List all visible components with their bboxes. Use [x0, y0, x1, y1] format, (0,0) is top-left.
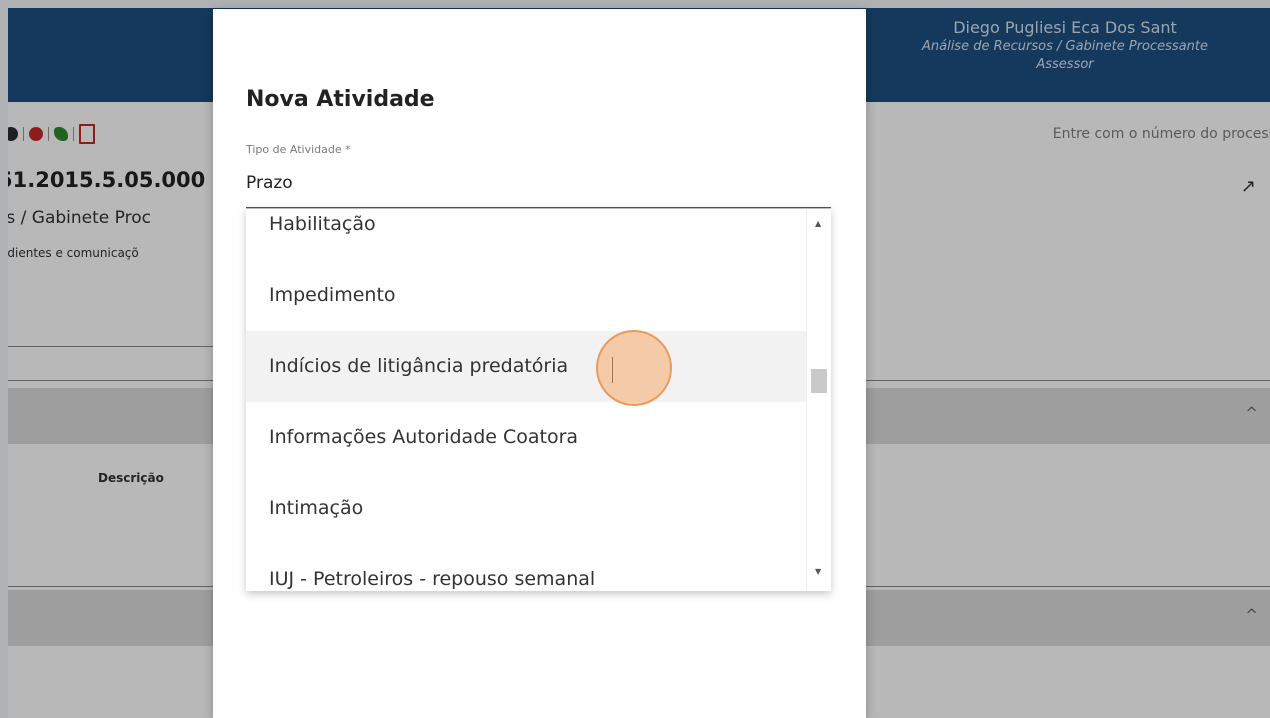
- activity-type-label: Tipo de Atividade *: [246, 143, 351, 156]
- dropdown-scrollbar[interactable]: ▲ ▼: [806, 209, 831, 591]
- option-list: Habilitação Impedimento Indícios de liti…: [246, 209, 807, 591]
- modal-title: Nova Atividade: [246, 87, 435, 112]
- click-indicator: [596, 330, 672, 406]
- option-item[interactable]: Informações Autoridade Coatora: [246, 402, 807, 473]
- option-item[interactable]: Habilitação: [246, 209, 807, 260]
- scrollbar-thumb[interactable]: [811, 369, 827, 393]
- activity-type-select[interactable]: Prazo: [246, 173, 293, 193]
- activity-type-dropdown[interactable]: Habilitação Impedimento Indícios de liti…: [246, 208, 831, 591]
- option-item[interactable]: IUJ - Petroleiros - repouso semanal: [246, 544, 807, 591]
- scroll-up-arrow-icon[interactable]: ▲: [815, 219, 821, 228]
- scroll-down-arrow-icon[interactable]: ▼: [815, 567, 821, 576]
- option-item[interactable]: Impedimento: [246, 260, 807, 331]
- option-item[interactable]: Intimação: [246, 473, 807, 544]
- option-item-hovered[interactable]: Indícios de litigância predatória: [246, 331, 807, 402]
